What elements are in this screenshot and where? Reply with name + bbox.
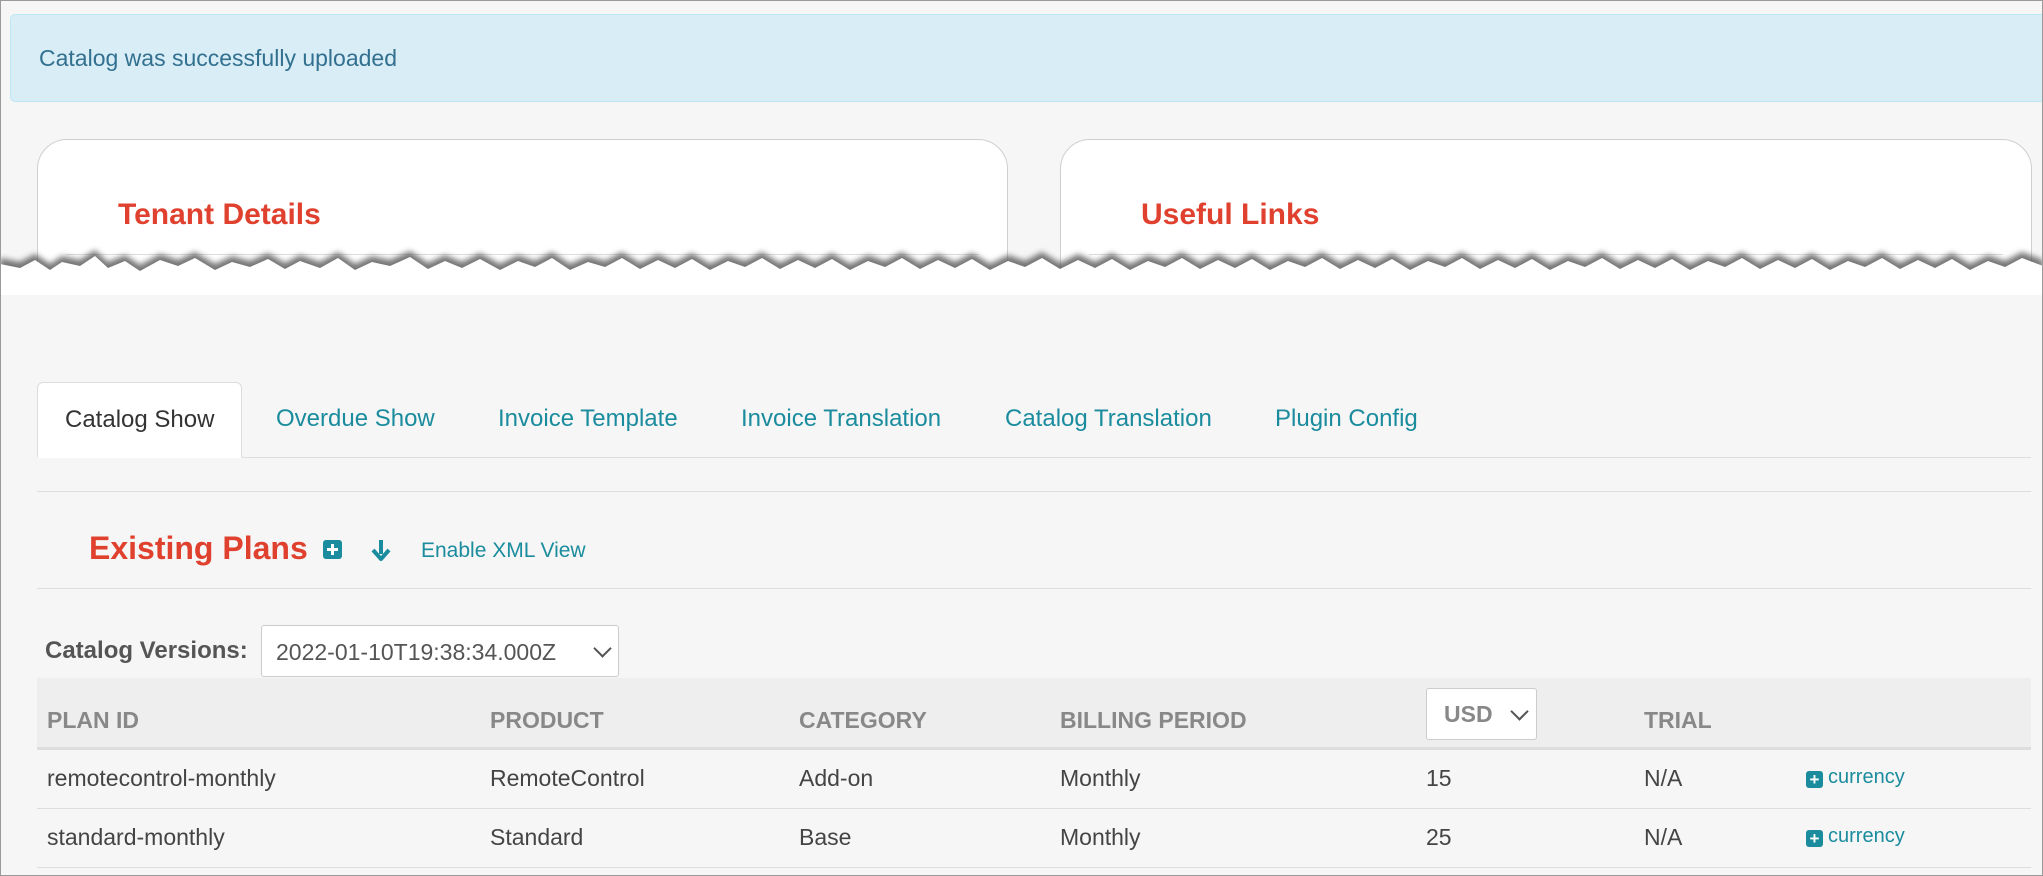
catalog-version-value: 2022-01-10T19:38:34.000Z [276,639,557,665]
chevron-down-icon [593,639,612,658]
header-plan-id: PLAN ID [47,707,139,733]
cell-category: Add-on [799,765,874,791]
plus-square-icon: + [1806,771,1823,788]
tab-invoice-template[interactable]: Invoice Template [498,382,678,457]
cell-billing-period: Monthly [1060,824,1141,850]
arrow-down-icon[interactable] [371,539,391,566]
useful-links-title: Useful Links [1141,198,1320,231]
divider [37,491,2031,492]
success-alert: Catalog was successfully uploaded [10,14,2043,102]
enable-xml-view-link[interactable]: Enable XML View [421,539,586,563]
cell-product: RemoteControl [490,765,645,791]
tab-plugin-config[interactable]: Plugin Config [1275,382,1418,457]
catalog-version-select[interactable]: 2022-01-10T19:38:34.000Z [261,625,619,677]
chevron-down-icon [1510,702,1529,721]
header-trial: TRIAL [1644,707,1712,733]
add-currency-label: currency [1828,825,1905,847]
plus-square-icon[interactable] [323,540,342,564]
tab-bar: Catalog Show Overdue Show Invoice Templa… [37,382,2031,458]
table-row: remotecontrol-monthly RemoteControl Add-… [37,750,2031,809]
cell-price: 25 [1426,824,1452,850]
add-currency-label: currency [1828,766,1905,788]
cell-price: 15 [1426,765,1452,791]
add-currency-link[interactable]: + currency [1806,825,1905,848]
header-billing-period: BILLING PERIOD [1060,707,1247,733]
tab-overdue-show[interactable]: Overdue Show [276,382,435,457]
table-row: standard-monthly Standard Base Monthly 2… [37,809,2031,868]
tab-invoice-translation[interactable]: Invoice Translation [741,382,941,457]
divider [37,588,2031,589]
currency-select[interactable]: USD [1426,688,1537,740]
cell-product: Standard [490,824,584,850]
cell-billing-period: Monthly [1060,765,1141,791]
tab-catalog-translation[interactable]: Catalog Translation [1005,382,1212,457]
add-currency-link[interactable]: + currency [1806,766,1905,789]
plus-square-icon: + [1806,830,1823,847]
cell-category: Base [799,824,852,850]
cell-trial: N/A [1644,765,1683,791]
tab-catalog-show[interactable]: Catalog Show [37,382,243,458]
header-product: PRODUCT [490,707,604,733]
existing-plans-title: Existing Plans [89,530,308,566]
currency-value: USD [1444,701,1493,727]
header-category: CATEGORY [799,707,927,733]
table-header: PLAN ID PRODUCT CATEGORY BILLING PERIOD … [37,678,2031,750]
catalog-versions-label: Catalog Versions: [45,637,248,664]
cell-plan-id: remotecontrol-monthly [47,765,276,791]
cell-plan-id: standard-monthly [47,824,225,850]
cell-trial: N/A [1644,824,1683,850]
tenant-details-title: Tenant Details [118,198,321,231]
torn-edge-divider [0,250,2043,340]
alert-message: Catalog was successfully uploaded [39,45,397,71]
